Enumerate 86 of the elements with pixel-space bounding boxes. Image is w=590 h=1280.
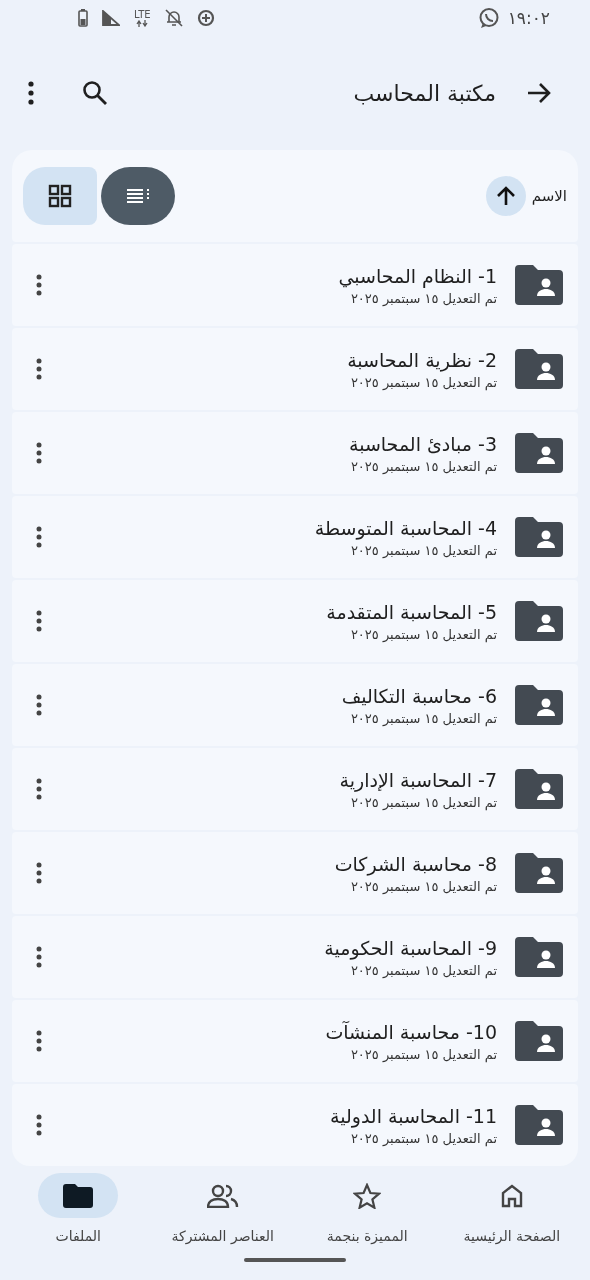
- nav-label: العناصر المشتركة: [171, 1228, 274, 1244]
- nav-tab[interactable]: العناصر المشتركة: [155, 1173, 291, 1244]
- shared-folder-icon: [515, 349, 563, 389]
- nav-tab[interactable]: المميزة بنجمة: [299, 1173, 435, 1244]
- more-icon[interactable]: [36, 1114, 42, 1136]
- more-icon[interactable]: [36, 694, 42, 716]
- more-icon[interactable]: [36, 526, 42, 548]
- folder-name: 4- المحاسبة المتوسطة: [313, 516, 497, 539]
- folder-row[interactable]: 5- المحاسبة المتقدمة تم التعديل ١٥ سبتمبر ٢٠٢٥: [12, 580, 578, 662]
- more-icon[interactable]: [36, 946, 42, 968]
- nav-label: الصفحة الرئيسية: [463, 1228, 561, 1244]
- folder-name: 10- محاسبة المنشآت: [324, 1020, 497, 1043]
- modified-date: تم التعديل ١٥ سبتمبر ٢٠٢٥: [349, 1046, 497, 1062]
- folder-row[interactable]: 10- محاسبة المنشآت تم التعديل ١٥ سبتمبر ٢٠٢٥: [12, 1000, 578, 1082]
- more-icon[interactable]: [36, 610, 42, 632]
- grid-view-button[interactable]: [23, 167, 97, 225]
- network-type: LTE: [134, 9, 151, 20]
- muted-bell-icon: [164, 9, 183, 27]
- data-saver-icon: [196, 9, 215, 27]
- star-icon: [353, 1182, 382, 1209]
- folder-name: 1- النظام المحاسبي: [337, 264, 497, 287]
- shared-folder-icon: [515, 265, 563, 305]
- up-arrow-icon: [495, 186, 516, 206]
- folder-row[interactable]: 11- المحاسبة الدولية تم التعديل ١٥ سبتمبر ٢٠٢٥: [12, 1084, 578, 1166]
- modified-date: تم التعديل ١٥ سبتمبر ٢٠٢٥: [349, 542, 497, 558]
- folder-row[interactable]: 3- مبادئ المحاسبة تم التعديل ١٥ سبتمبر ٢٠٢٥: [12, 412, 578, 494]
- modified-date: تم التعديل ١٥ سبتمبر ٢٠٢٥: [349, 374, 497, 390]
- modified-date: تم التعديل ١٥ سبتمبر ٢٠٢٥: [349, 1130, 497, 1146]
- folder-name: 11- المحاسبة الدولية: [329, 1104, 497, 1127]
- modified-date: تم التعديل ١٥ سبتمبر ٢٠٢٥: [349, 878, 497, 894]
- home-icon: [499, 1183, 524, 1208]
- signal-icon: [102, 10, 120, 26]
- more-icon[interactable]: [36, 442, 42, 464]
- shared-folder-icon: [515, 433, 563, 473]
- folder-name: 5- المحاسبة المتقدمة: [325, 600, 497, 623]
- folder-name: 2- نظرية المحاسبة: [346, 348, 497, 371]
- folder-name: 7- المحاسبة الإدارية: [338, 768, 497, 791]
- folder-name: 8- محاسبة الشركات: [333, 852, 497, 875]
- shared-folder-icon: [515, 1105, 563, 1145]
- folder-row[interactable]: 2- نظرية المحاسبة تم التعديل ١٥ سبتمبر ٢٠٢٥: [12, 328, 578, 410]
- folder-icon: [63, 1183, 94, 1208]
- grid-icon: [48, 184, 72, 208]
- more-icon[interactable]: [36, 778, 42, 800]
- chat-app-icon: [477, 7, 500, 29]
- folder-row[interactable]: 1- النظام المحاسبي تم التعديل ١٥ سبتمبر ٢٠٢٥: [12, 244, 578, 326]
- folder-name: 9- المحاسبة الحكومية: [323, 936, 497, 959]
- folder-row[interactable]: 4- المحاسبة المتوسطة تم التعديل ١٥ سبتمبر ٢٠٢٥: [12, 496, 578, 578]
- shared-folder-icon: [515, 1021, 563, 1061]
- folder-name: 3- مبادئ المحاسبة: [348, 432, 497, 455]
- shared-folder-icon: [515, 769, 563, 809]
- more-icon[interactable]: [36, 862, 42, 884]
- folder-row[interactable]: 9- المحاسبة الحكومية تم التعديل ١٥ سبتمبر ٢٠٢٥: [12, 916, 578, 998]
- sort-direction-button[interactable]: [485, 176, 526, 216]
- nav-label: الملفات: [55, 1228, 101, 1244]
- modified-date: تم التعديل ١٥ سبتمبر ٢٠٢٥: [349, 626, 497, 642]
- list-view-button[interactable]: [101, 167, 175, 225]
- shared-folder-icon: [515, 517, 563, 557]
- battery-icon: [78, 9, 88, 27]
- folder-row[interactable]: 8- محاسبة الشركات تم التعديل ١٥ سبتمبر ٢٠٢٥: [12, 832, 578, 914]
- shared-folder-icon: [515, 601, 563, 641]
- modified-date: تم التعديل ١٥ سبتمبر ٢٠٢٥: [349, 710, 497, 726]
- search-icon[interactable]: [82, 80, 108, 106]
- more-icon[interactable]: [28, 81, 34, 105]
- more-icon[interactable]: [36, 274, 42, 296]
- back-arrow-icon[interactable]: [526, 81, 552, 105]
- nav-tab[interactable]: الملفات: [10, 1173, 146, 1244]
- page-title: مكتبة المحاسب: [352, 80, 496, 106]
- modified-date: تم التعديل ١٥ سبتمبر ٢٠٢٥: [349, 794, 497, 810]
- folder-row[interactable]: 6- محاسبة التكاليف تم التعديل ١٥ سبتمبر ٢٠٢٥: [12, 664, 578, 746]
- list-icon: [127, 189, 149, 203]
- sort-label[interactable]: الاسم: [531, 187, 567, 205]
- data-arrows-icon: [136, 19, 149, 27]
- modified-date: تم التعديل ١٥ سبتمبر ٢٠٢٥: [349, 458, 497, 474]
- more-icon[interactable]: [36, 358, 42, 380]
- shared-folder-icon: [515, 685, 563, 725]
- modified-date: تم التعديل ١٥ سبتمبر ٢٠٢٥: [349, 962, 497, 978]
- folder-row[interactable]: 7- المحاسبة الإدارية تم التعديل ١٥ سبتمبر ٢٠٢٥: [12, 748, 578, 830]
- more-icon[interactable]: [36, 1030, 42, 1052]
- shared-folder-icon: [515, 853, 563, 893]
- nav-label: المميزة بنجمة: [326, 1228, 408, 1244]
- people-icon: [206, 1183, 239, 1208]
- shared-folder-icon: [515, 937, 563, 977]
- nav-tab[interactable]: الصفحة الرئيسية: [444, 1173, 580, 1244]
- modified-date: تم التعديل ١٥ سبتمبر ٢٠٢٥: [349, 290, 497, 306]
- folder-name: 6- محاسبة التكاليف: [340, 684, 497, 707]
- clock: ١٩:٠٢: [507, 8, 550, 28]
